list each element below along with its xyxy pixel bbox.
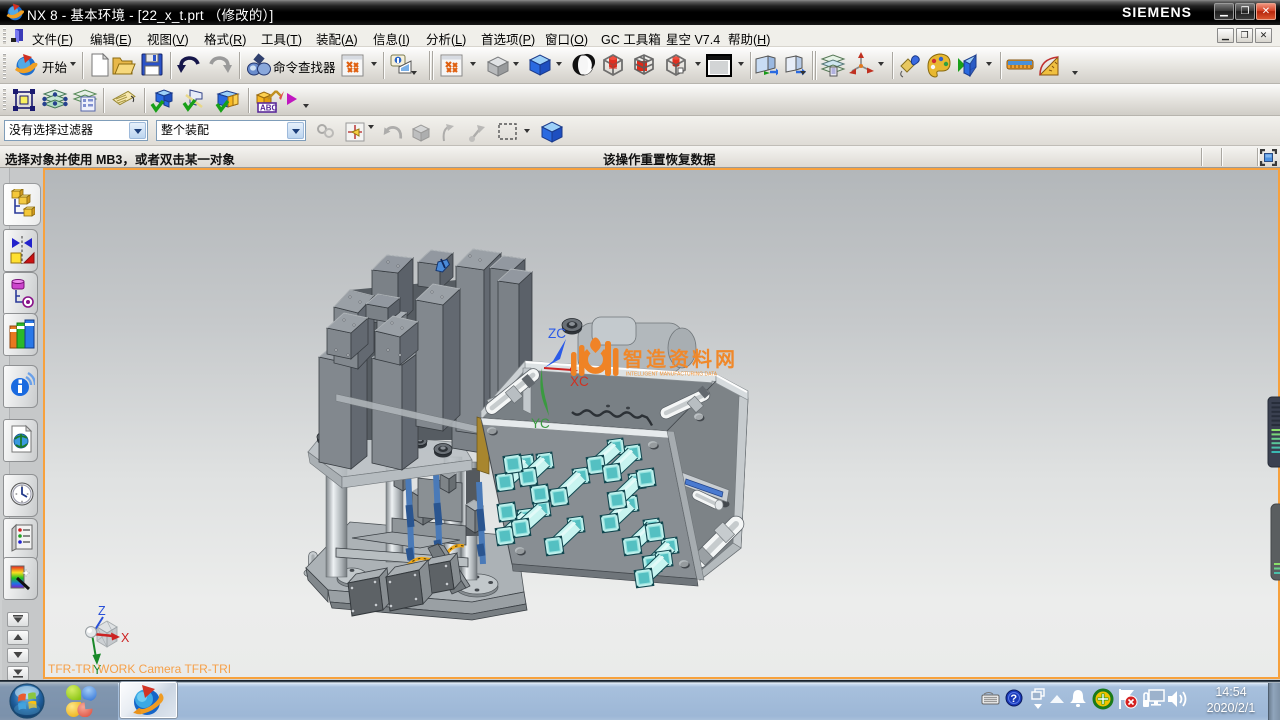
svg-text:ZC: ZC bbox=[548, 326, 566, 341]
svg-text:?: ? bbox=[1010, 693, 1017, 705]
svg-text:智造资料网: 智造资料网 bbox=[623, 347, 738, 371]
svg-text:XC: XC bbox=[570, 374, 589, 389]
svg-text:ABC: ABC bbox=[260, 104, 278, 113]
svg-text:Z: Z bbox=[98, 604, 106, 618]
svg-text:YC: YC bbox=[531, 416, 550, 431]
svg-text:X: X bbox=[121, 631, 130, 645]
svg-text:INTELLIGENT MANUFACTURING DATA: INTELLIGENT MANUFACTURING DATA bbox=[626, 372, 718, 378]
svg-text:TFR-TRI WORK Camera TFR-TRI: TFR-TRI WORK Camera TFR-TRI bbox=[48, 662, 231, 676]
